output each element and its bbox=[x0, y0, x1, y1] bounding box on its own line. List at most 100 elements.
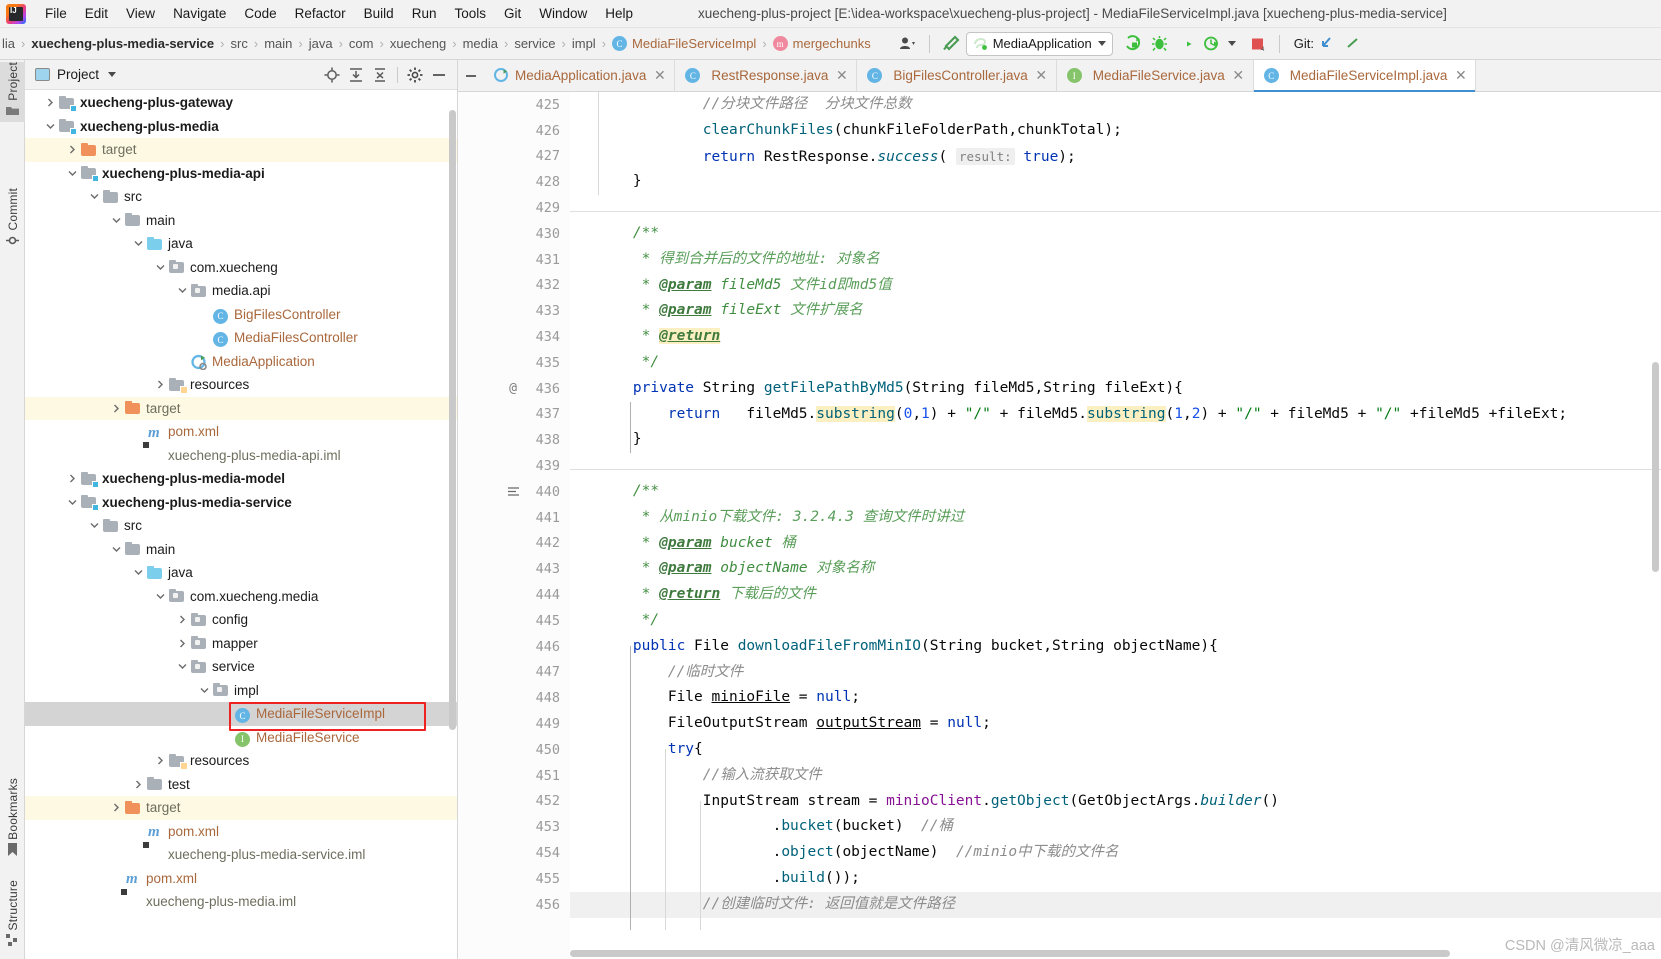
breadcrumb-item-mergechunks[interactable]: m mergechunks bbox=[771, 36, 873, 51]
tree-item-test[interactable]: test bbox=[25, 773, 457, 797]
tree-item-xuecheng-plus-media[interactable]: xuecheng-plus-media bbox=[25, 115, 457, 139]
tree-item-mediaapplication[interactable]: MediaApplication bbox=[25, 350, 457, 374]
chevron-right-icon[interactable] bbox=[43, 95, 58, 110]
run-configuration-selector[interactable]: MediaApplication bbox=[965, 31, 1113, 56]
run-with-coverage-icon[interactable] bbox=[1173, 32, 1199, 56]
project-tree[interactable]: xuecheng-plus-gateway xuecheng-plus-media… bbox=[25, 90, 457, 959]
menu-item-refactor[interactable]: Refactor bbox=[286, 2, 355, 25]
chevron-right-icon[interactable] bbox=[65, 471, 80, 486]
chevron-right-icon[interactable] bbox=[109, 800, 124, 815]
tree-item-xuecheng-plus-media-iml[interactable]: xuecheng-plus-media.iml bbox=[25, 890, 457, 914]
menu-item-window[interactable]: Window bbox=[530, 2, 596, 25]
menu-item-git[interactable]: Git bbox=[495, 2, 530, 25]
code-editor[interactable]: 425 426 427 428 429 430 431 432 433 434 435 436 @437… bbox=[458, 92, 1661, 959]
sidebar-item-bookmarks[interactable]: Bookmarks bbox=[0, 778, 25, 863]
chevron-down-icon[interactable] bbox=[65, 495, 80, 510]
hide-icon[interactable] bbox=[427, 64, 451, 86]
tree-item-config[interactable]: config bbox=[25, 608, 457, 632]
chevron-down-icon[interactable] bbox=[87, 189, 102, 204]
user-avatar-icon[interactable] bbox=[895, 32, 921, 56]
menu-item-run[interactable]: Run bbox=[403, 2, 446, 25]
tree-item-media-api[interactable]: media.api bbox=[25, 279, 457, 303]
chevron-down-icon[interactable] bbox=[108, 72, 117, 77]
chevron-down-icon[interactable] bbox=[175, 659, 190, 674]
hide-editor-tabs-icon[interactable] bbox=[458, 60, 484, 91]
tree-item-service[interactable]: service bbox=[25, 655, 457, 679]
chevron-right-icon[interactable] bbox=[65, 142, 80, 157]
menu-item-file[interactable]: File bbox=[36, 2, 76, 25]
menu-item-help[interactable]: Help bbox=[596, 2, 642, 25]
tree-item-mediafilescontroller[interactable]: C MediaFilesController bbox=[25, 326, 457, 350]
debug-icon[interactable] bbox=[1147, 32, 1173, 56]
breadcrumb-item-media[interactable]: media bbox=[461, 36, 500, 51]
chevron-down-icon[interactable] bbox=[153, 260, 168, 275]
gutter-annotation-icon[interactable]: @ bbox=[505, 381, 521, 397]
project-tree-scrollbar[interactable] bbox=[449, 110, 456, 730]
sidebar-item-structure[interactable]: Structure bbox=[0, 880, 25, 952]
tree-item-xuecheng-plus-gateway[interactable]: xuecheng-plus-gateway bbox=[25, 91, 457, 115]
tree-item-target[interactable]: target bbox=[25, 796, 457, 820]
tree-item-mapper[interactable]: mapper bbox=[25, 632, 457, 656]
close-icon[interactable]: ✕ bbox=[1035, 67, 1048, 84]
tree-item-main[interactable]: main bbox=[25, 209, 457, 233]
profiler-dropdown-icon[interactable] bbox=[1225, 32, 1239, 56]
tree-item-xuecheng-plus-media-service-iml[interactable]: xuecheng-plus-media-service.iml bbox=[25, 843, 457, 867]
editor-tab-restresponse-java[interactable]: C RestResponse.java ✕ bbox=[675, 60, 858, 91]
tree-item-xuecheng-plus-media-service[interactable]: xuecheng-plus-media-service bbox=[25, 491, 457, 515]
gutter-implemented-icon[interactable] bbox=[505, 484, 521, 500]
tree-item-src[interactable]: src bbox=[25, 514, 457, 538]
chevron-down-icon[interactable] bbox=[131, 565, 146, 580]
breadcrumb-item-service[interactable]: service bbox=[512, 36, 557, 51]
chevron-down-icon[interactable] bbox=[65, 166, 80, 181]
chevron-down-icon[interactable] bbox=[153, 589, 168, 604]
tree-item-bigfilescontroller[interactable]: C BigFilesController bbox=[25, 303, 457, 327]
close-icon[interactable]: ✕ bbox=[1232, 67, 1245, 84]
tree-item-xuecheng-plus-media-api[interactable]: xuecheng-plus-media-api bbox=[25, 162, 457, 186]
editor-horizontal-scrollbar[interactable] bbox=[570, 950, 1450, 957]
run-icon[interactable] bbox=[1121, 32, 1147, 56]
tree-item-main[interactable]: main bbox=[25, 538, 457, 562]
tree-item-mediafileserviceimpl[interactable]: C MediaFileServiceImpl bbox=[25, 702, 457, 726]
expand-all-icon[interactable] bbox=[344, 64, 368, 86]
breadcrumb-item-impl[interactable]: impl bbox=[570, 36, 598, 51]
editor-tab-mediafileserviceimpl-java[interactable]: C MediaFileServiceImpl.java ✕ bbox=[1253, 60, 1477, 92]
tree-item-src[interactable]: src bbox=[25, 185, 457, 209]
sidebar-item-project[interactable]: Project bbox=[0, 62, 25, 122]
collapse-all-icon[interactable] bbox=[368, 64, 392, 86]
menu-item-edit[interactable]: Edit bbox=[76, 2, 117, 25]
breadcrumb-item-main[interactable]: main bbox=[262, 36, 294, 51]
git-update-icon[interactable] bbox=[1314, 32, 1340, 56]
menu-item-code[interactable]: Code bbox=[235, 2, 285, 25]
profiler-icon[interactable] bbox=[1199, 32, 1225, 56]
chevron-down-icon[interactable] bbox=[175, 283, 190, 298]
tree-item-com-xuecheng-media[interactable]: com.xuecheng.media bbox=[25, 585, 457, 609]
chevron-right-icon[interactable] bbox=[153, 753, 168, 768]
stop-icon[interactable]: 4 bbox=[1245, 32, 1271, 56]
tree-item-target[interactable]: target bbox=[25, 396, 457, 420]
code-content[interactable]: //分块文件路径 分块文件总数 clearChunkFiles(chunkFil… bbox=[570, 92, 1661, 959]
breadcrumb-item-xuecheng[interactable]: xuecheng bbox=[388, 36, 448, 51]
breadcrumb-item-src[interactable]: src bbox=[229, 36, 250, 51]
tree-item-target[interactable]: target bbox=[25, 138, 457, 162]
close-icon[interactable]: ✕ bbox=[1454, 67, 1467, 84]
chevron-down-icon[interactable] bbox=[197, 683, 212, 698]
tree-item-java[interactable]: java bbox=[25, 561, 457, 585]
menu-item-build[interactable]: Build bbox=[355, 2, 403, 25]
tree-item-pom-xml[interactable]: m pom.xml bbox=[25, 867, 457, 891]
tree-item-com-xuecheng[interactable]: com.xuecheng bbox=[25, 256, 457, 280]
editor-vertical-scrollbar[interactable] bbox=[1652, 362, 1659, 572]
chevron-down-icon[interactable] bbox=[43, 119, 58, 134]
chevron-down-icon[interactable] bbox=[109, 542, 124, 557]
tree-item-java[interactable]: java bbox=[25, 232, 457, 256]
git-commit-icon[interactable] bbox=[1340, 32, 1366, 56]
tree-item-resources[interactable]: resources bbox=[25, 373, 457, 397]
close-icon[interactable]: ✕ bbox=[653, 67, 666, 84]
chevron-right-icon[interactable] bbox=[175, 612, 190, 627]
breadcrumb[interactable]: lia › xuecheng-plus-media-service › src › main… bbox=[0, 28, 873, 59]
breadcrumb-item-lia[interactable]: lia bbox=[0, 36, 17, 51]
chevron-right-icon[interactable] bbox=[175, 636, 190, 651]
chevron-down-icon[interactable] bbox=[109, 213, 124, 228]
editor-tab-mediafileservice-java[interactable]: I MediaFileService.java ✕ bbox=[1056, 60, 1254, 91]
locate-icon[interactable] bbox=[320, 64, 344, 86]
breadcrumb-item-java[interactable]: java bbox=[307, 36, 335, 51]
